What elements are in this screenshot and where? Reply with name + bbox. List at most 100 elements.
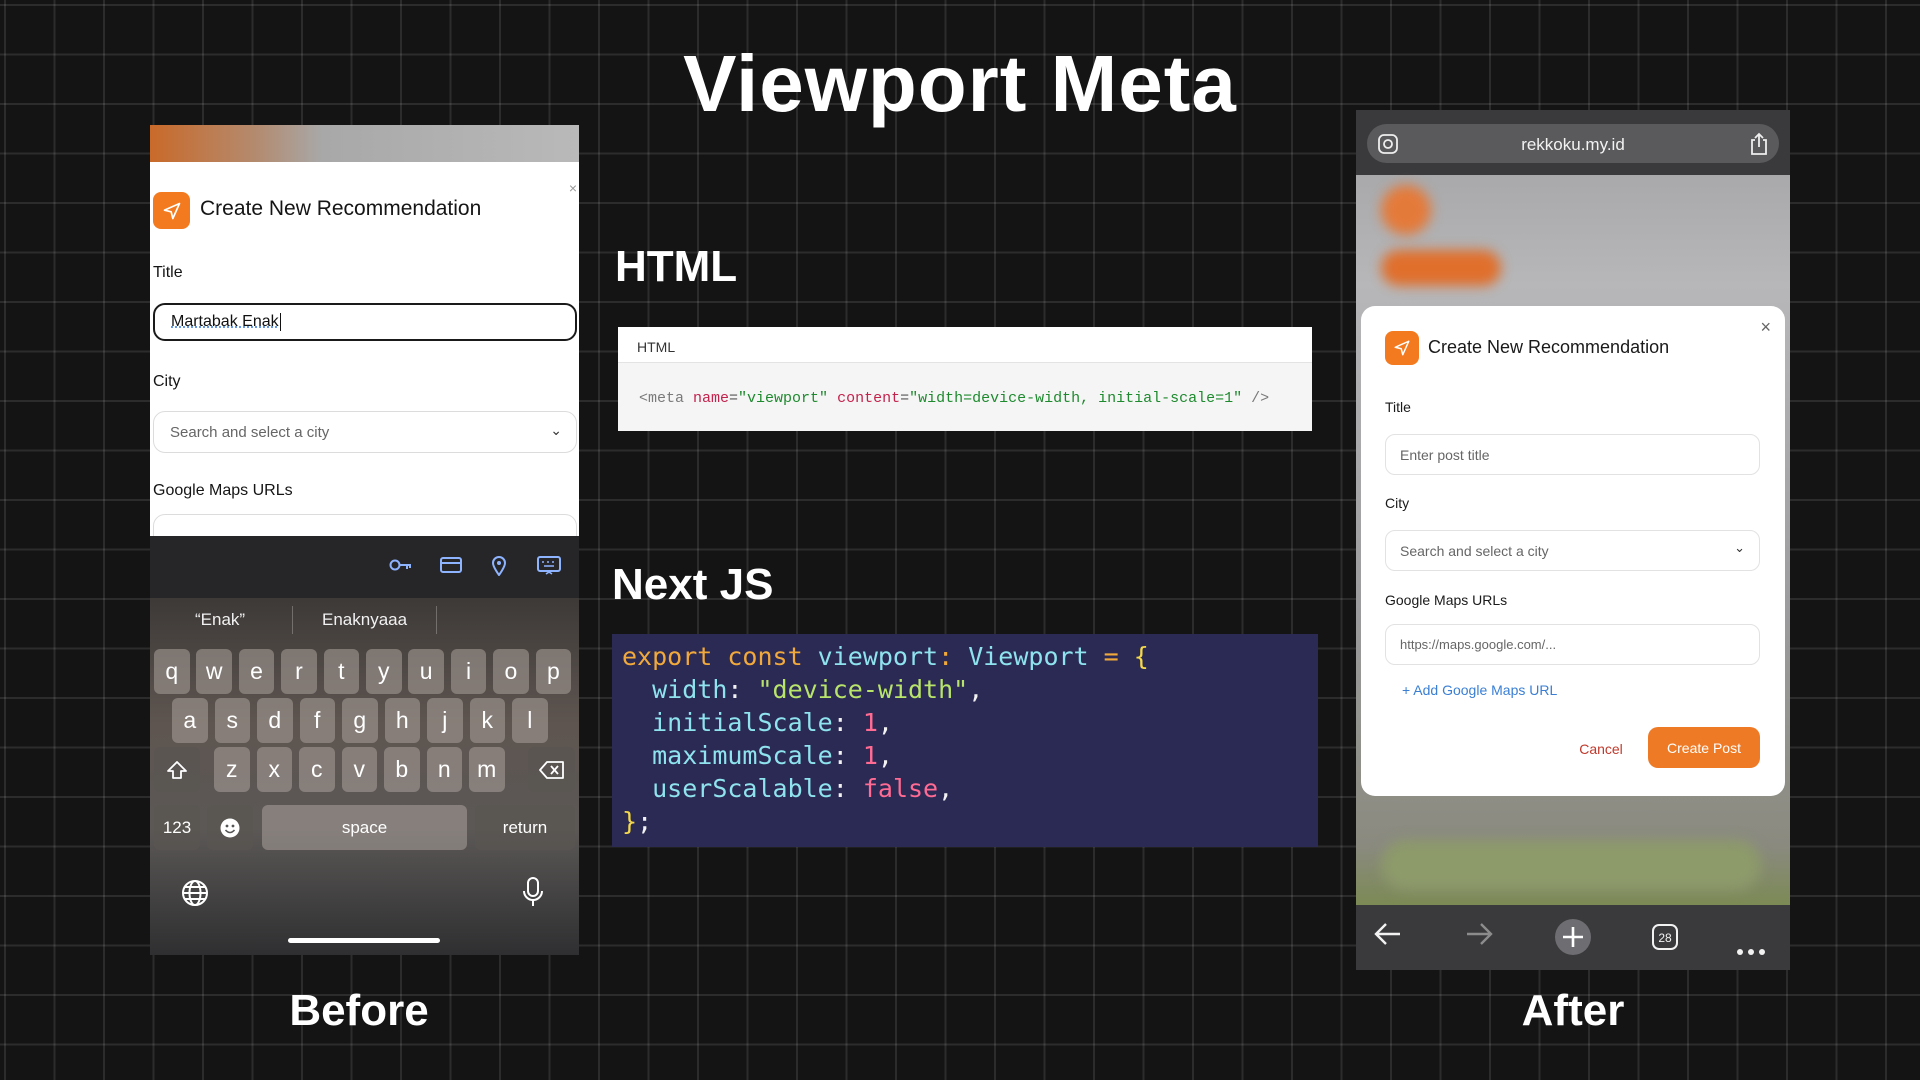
- title-label: Title: [153, 264, 183, 281]
- maps-url-input[interactable]: https://maps.google.com/...: [1385, 624, 1760, 665]
- html-heading: HTML: [615, 242, 738, 291]
- js-punct: ;: [637, 807, 653, 836]
- suggestion-2[interactable]: Enaknyaaa: [322, 610, 407, 630]
- blurred-header: [150, 125, 579, 162]
- key-i[interactable]: i: [450, 649, 487, 694]
- share-icon[interactable]: [1749, 132, 1769, 161]
- blurred-button: [1381, 250, 1501, 286]
- microphone-icon[interactable]: [522, 876, 544, 913]
- key-n[interactable]: n: [426, 747, 462, 792]
- suggestion-1[interactable]: “Enak”: [195, 610, 245, 630]
- key-l[interactable]: l: [512, 698, 548, 743]
- key-c[interactable]: c: [299, 747, 335, 792]
- key-t[interactable]: t: [323, 649, 360, 694]
- city-select[interactable]: Search and select a city ⌄: [153, 411, 577, 453]
- browser-toolbar: 28: [1356, 905, 1790, 970]
- location-pin-icon[interactable]: [491, 556, 507, 582]
- space-key[interactable]: space: [262, 805, 467, 850]
- key-m[interactable]: m: [469, 747, 505, 792]
- send-icon: [1385, 331, 1419, 365]
- title-input[interactable]: Martabak Enak: [153, 303, 577, 341]
- key-k[interactable]: k: [469, 698, 505, 743]
- forward-arrow-icon[interactable]: [1465, 921, 1493, 954]
- maps-input[interactable]: [153, 514, 577, 536]
- key-x[interactable]: x: [256, 747, 292, 792]
- create-post-button[interactable]: Create Post: [1648, 727, 1760, 768]
- key-v[interactable]: v: [341, 747, 377, 792]
- nextjs-code-block: export const viewport: Viewport = { widt…: [612, 634, 1318, 847]
- key-b[interactable]: b: [384, 747, 420, 792]
- before-form-modal: × Create New Recommendation Title Martab…: [150, 162, 579, 536]
- title-input[interactable]: Enter post title: [1385, 434, 1760, 475]
- js-string: "device-width": [757, 675, 969, 704]
- key-y[interactable]: y: [366, 649, 402, 694]
- modal-title: Create New Recommendation: [200, 197, 482, 220]
- close-icon[interactable]: ×: [1760, 317, 1771, 338]
- more-options-icon[interactable]: [1736, 931, 1766, 963]
- after-phone-screenshot: rekkoku.my.id Create New Recommendation …: [1356, 110, 1790, 970]
- js-key: width: [652, 675, 728, 704]
- code-tab-label: HTML: [618, 327, 1312, 363]
- title-placeholder: Enter post title: [1400, 446, 1490, 463]
- key-j[interactable]: j: [427, 698, 463, 743]
- key-r[interactable]: r: [281, 649, 317, 694]
- new-tab-plus-icon[interactable]: [1554, 918, 1592, 963]
- js-number: 1: [862, 741, 878, 770]
- js-number: 1: [862, 708, 878, 737]
- code-value-name: "viewport": [738, 390, 829, 407]
- key-h[interactable]: h: [384, 698, 420, 743]
- shift-key[interactable]: [154, 747, 200, 792]
- js-type: Viewport: [968, 642, 1089, 671]
- js-punct: :: [938, 642, 969, 671]
- key-u[interactable]: u: [408, 649, 444, 694]
- key-p[interactable]: p: [535, 649, 572, 694]
- maps-label: Google Maps URLs: [1385, 592, 1508, 608]
- js-boolean: false: [862, 774, 939, 803]
- credit-card-icon[interactable]: [440, 556, 462, 580]
- key-a[interactable]: a: [172, 698, 208, 743]
- url-text: rekkoku.my.id: [1521, 135, 1625, 154]
- js-punct: ,: [877, 708, 893, 737]
- code-tag-close: />: [1242, 390, 1270, 407]
- js-keyword: export const: [622, 642, 818, 671]
- back-arrow-icon[interactable]: [1374, 921, 1402, 954]
- emoji-key[interactable]: [207, 805, 253, 850]
- tabs-icon[interactable]: 28: [1651, 923, 1679, 958]
- modal-title: Create New Recommendation: [1428, 337, 1670, 357]
- numbers-key[interactable]: 123: [154, 805, 200, 850]
- key-q[interactable]: q: [154, 649, 190, 694]
- maps-placeholder: https://maps.google.com/...: [1400, 637, 1557, 652]
- before-caption: Before: [289, 986, 429, 1035]
- key-e[interactable]: e: [238, 649, 275, 694]
- title-input-value: Martabak Enak: [171, 313, 279, 330]
- key-d[interactable]: d: [257, 698, 293, 743]
- code-tag-open: <meta: [639, 390, 694, 407]
- browser-address-bar: rekkoku.my.id: [1356, 110, 1790, 175]
- key-z[interactable]: z: [214, 747, 250, 792]
- home-indicator: [288, 938, 440, 943]
- add-maps-url-link[interactable]: + Add Google Maps URL: [1402, 682, 1557, 698]
- url-field[interactable]: rekkoku.my.id: [1367, 124, 1779, 163]
- return-key[interactable]: return: [475, 805, 575, 850]
- maps-label: Google Maps URLs: [153, 482, 293, 499]
- key-w[interactable]: w: [196, 649, 232, 694]
- close-icon[interactable]: ×: [569, 180, 577, 196]
- code-attr-name: name: [693, 390, 730, 407]
- blurred-card: [1381, 840, 1761, 890]
- keyboard-toolbar: [150, 536, 579, 598]
- key-o[interactable]: o: [493, 649, 529, 694]
- code-equals: =: [729, 390, 739, 407]
- backspace-key[interactable]: [528, 747, 575, 792]
- key-icon[interactable]: [389, 556, 413, 580]
- key-f[interactable]: f: [299, 698, 335, 743]
- keyboard-hide-icon[interactable]: [537, 556, 561, 582]
- key-s[interactable]: s: [214, 698, 250, 743]
- city-select[interactable]: Search and select a city ⌄: [1385, 530, 1760, 571]
- globe-icon[interactable]: [180, 878, 210, 913]
- text-cursor: [279, 313, 282, 331]
- key-g[interactable]: g: [342, 698, 378, 743]
- code-value-content: "width=device-width, initial-scale=1": [909, 390, 1243, 407]
- suggestion-divider: [292, 606, 293, 634]
- cancel-button[interactable]: Cancel: [1571, 729, 1631, 769]
- code-attr-content: content: [828, 390, 901, 407]
